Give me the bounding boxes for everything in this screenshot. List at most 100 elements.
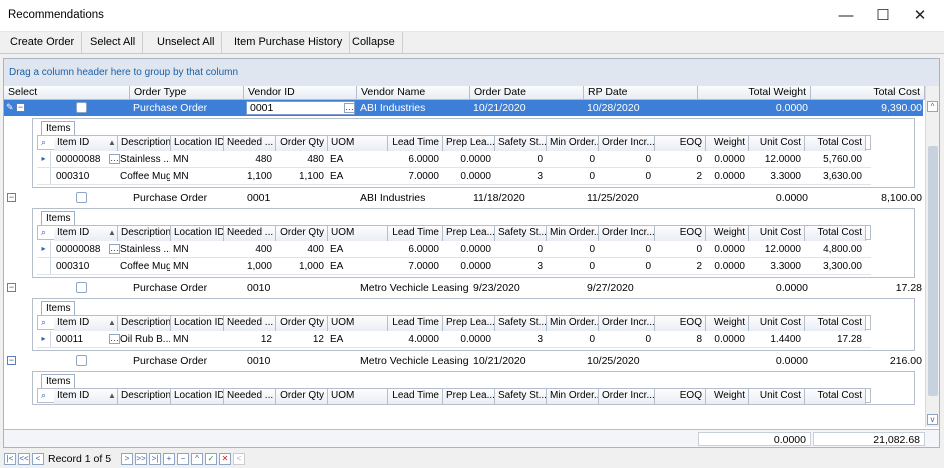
col-safety-stock[interactable]: Safety St... [495,316,547,331]
search-icon[interactable]: ⌕ [41,317,46,328]
select-checkbox[interactable] [76,355,87,366]
col-total-cost[interactable]: Total Cost [805,136,866,151]
order-row[interactable]: − Purchase Order 0001 ABI Industries 11/18/2… [4,190,923,206]
search-icon[interactable]: ⌕ [41,390,46,401]
delete-record-icon[interactable]: − [177,453,189,465]
col-prep-lead[interactable]: Prep Lea... [443,226,495,241]
filter-arrow-icon[interactable]: < [233,453,245,465]
select-checkbox[interactable] [76,102,87,113]
col-location-id[interactable]: Location ID [171,136,224,151]
vertical-scrollbar[interactable]: ^ v [925,86,939,427]
item-lookup-icon[interactable]: … [109,244,120,254]
col-rp-date[interactable]: RP Date [584,86,698,100]
prev-page-icon[interactable]: << [18,453,30,465]
col-eoq[interactable]: EOQ [655,226,706,241]
first-record-icon[interactable]: |< [4,453,16,465]
col-needed[interactable]: Needed ... [224,226,276,241]
col-needed[interactable]: Needed ... [224,389,276,404]
col-order-incr[interactable]: Order Incr... [599,226,655,241]
item-row[interactable]: 000310 Coffee Mug MN 1,100 1,100 EA 7.0000 0.00… [37,168,871,185]
col-weight[interactable]: Weight [706,226,749,241]
group-by-panel[interactable]: Drag a column header here to group by th… [4,59,939,86]
col-total-cost[interactable]: Total Cost [805,316,866,331]
col-min-order[interactable]: Min Order... [547,316,599,331]
col-order-qty[interactable]: Order Qty [276,136,328,151]
minimize-button[interactable]: — [828,0,864,32]
col-safety-stock[interactable]: Safety St... [495,226,547,241]
col-prep-lead[interactable]: Prep Lea... [443,316,495,331]
vendor-id-cell[interactable]: 0001 [244,190,357,206]
items-tab[interactable]: Items [41,301,76,315]
col-description[interactable]: Description [118,136,171,151]
search-icon[interactable]: ⌕ [41,227,46,238]
col-location-id[interactable]: Location ID [171,226,224,241]
order-row[interactable]: − Purchase Order 0010 Metro Vechicle Leasin… [4,280,923,296]
col-order-qty[interactable]: Order Qty [276,316,328,331]
col-weight[interactable]: Weight [706,316,749,331]
col-prep-lead[interactable]: Prep Lea... [443,136,495,151]
col-order-incr[interactable]: Order Incr... [599,316,655,331]
col-eoq[interactable]: EOQ [655,389,706,404]
col-description[interactable]: Description [118,389,171,404]
collapse-button[interactable]: Collapse [345,32,403,53]
col-order-incr[interactable]: Order Incr... [599,389,655,404]
vendor-id-cell[interactable]: 0001 [246,101,355,115]
items-tab[interactable]: Items [41,211,76,225]
collapse-icon[interactable]: − [16,103,25,112]
item-row[interactable]: ▸ 00000088 Stainless ... MN 400 400 EA 6.0000 0.… [37,241,871,258]
prev-record-icon[interactable]: < [32,453,44,465]
col-lead-time[interactable]: Lead Time [388,136,443,151]
col-eoq[interactable]: EOQ [655,316,706,331]
col-order-date[interactable]: Order Date [470,86,584,100]
add-record-icon[interactable]: + [163,453,175,465]
col-needed[interactable]: Needed ... [224,136,276,151]
col-vendor-name[interactable]: Vendor Name [357,86,470,100]
save-record-icon[interactable]: ✓ [205,453,217,465]
collapse-icon[interactable]: − [7,356,16,365]
vendor-id-cell[interactable]: 0010 [244,353,357,369]
col-eoq[interactable]: EOQ [655,136,706,151]
order-row[interactable]: − Purchase Order 0010 Metro Vechicle Leasin… [4,353,923,369]
cancel-edit-icon[interactable]: ✕ [219,453,231,465]
next-page-icon[interactable]: >> [135,453,147,465]
vendor-id-cell[interactable]: 0010 [244,280,357,296]
col-description[interactable]: Description [118,316,171,331]
search-icon[interactable]: ⌕ [41,137,46,148]
scrollbar-thumb[interactable] [928,146,938,396]
item-lookup-icon[interactable]: … [109,334,120,344]
select-checkbox[interactable] [76,192,87,203]
col-needed[interactable]: Needed ... [224,316,276,331]
col-total-cost[interactable]: Total Cost [811,86,925,100]
edit-record-icon[interactable]: ^ [191,453,203,465]
col-location-id[interactable]: Location ID [171,389,224,404]
item-purchase-history-button[interactable]: Item Purchase History [227,32,351,53]
col-select[interactable]: Select [4,86,130,100]
col-order-incr[interactable]: Order Incr... [599,136,655,151]
order-row[interactable]: ✎ − Purchase Order 0001 ABI Industries 10/21/… [4,100,923,116]
vendor-lookup-icon[interactable]: … [344,103,355,113]
col-lead-time[interactable]: Lead Time [388,226,443,241]
col-total-weight[interactable]: Total Weight [698,86,811,100]
scroll-up-icon[interactable]: ^ [927,101,938,112]
select-all-button[interactable]: Select All [83,32,144,53]
col-order-qty[interactable]: Order Qty [276,389,328,404]
col-min-order[interactable]: Min Order... [547,136,599,151]
maximize-button[interactable]: ☐ [865,0,901,32]
item-lookup-icon[interactable]: … [109,154,120,164]
collapse-icon[interactable]: − [7,283,16,292]
select-checkbox[interactable] [76,282,87,293]
col-vendor-id[interactable]: Vendor ID [244,86,357,100]
col-unit-cost[interactable]: Unit Cost [749,316,805,331]
col-safety-stock[interactable]: Safety St... [495,389,547,404]
col-uom[interactable]: UOM [328,316,388,331]
collapse-icon[interactable]: − [7,193,16,202]
item-row[interactable]: ▸ 00000088 Stainless ... MN 480 480 EA 6.0000 0.… [37,151,871,168]
next-record-icon[interactable]: > [121,453,133,465]
col-min-order[interactable]: Min Order... [547,226,599,241]
col-safety-stock[interactable]: Safety St... [495,136,547,151]
items-tab[interactable]: Items [41,374,76,388]
col-min-order[interactable]: Min Order... [547,389,599,404]
col-unit-cost[interactable]: Unit Cost [749,389,805,404]
col-total-cost[interactable]: Total Cost [805,226,866,241]
col-unit-cost[interactable]: Unit Cost [749,226,805,241]
